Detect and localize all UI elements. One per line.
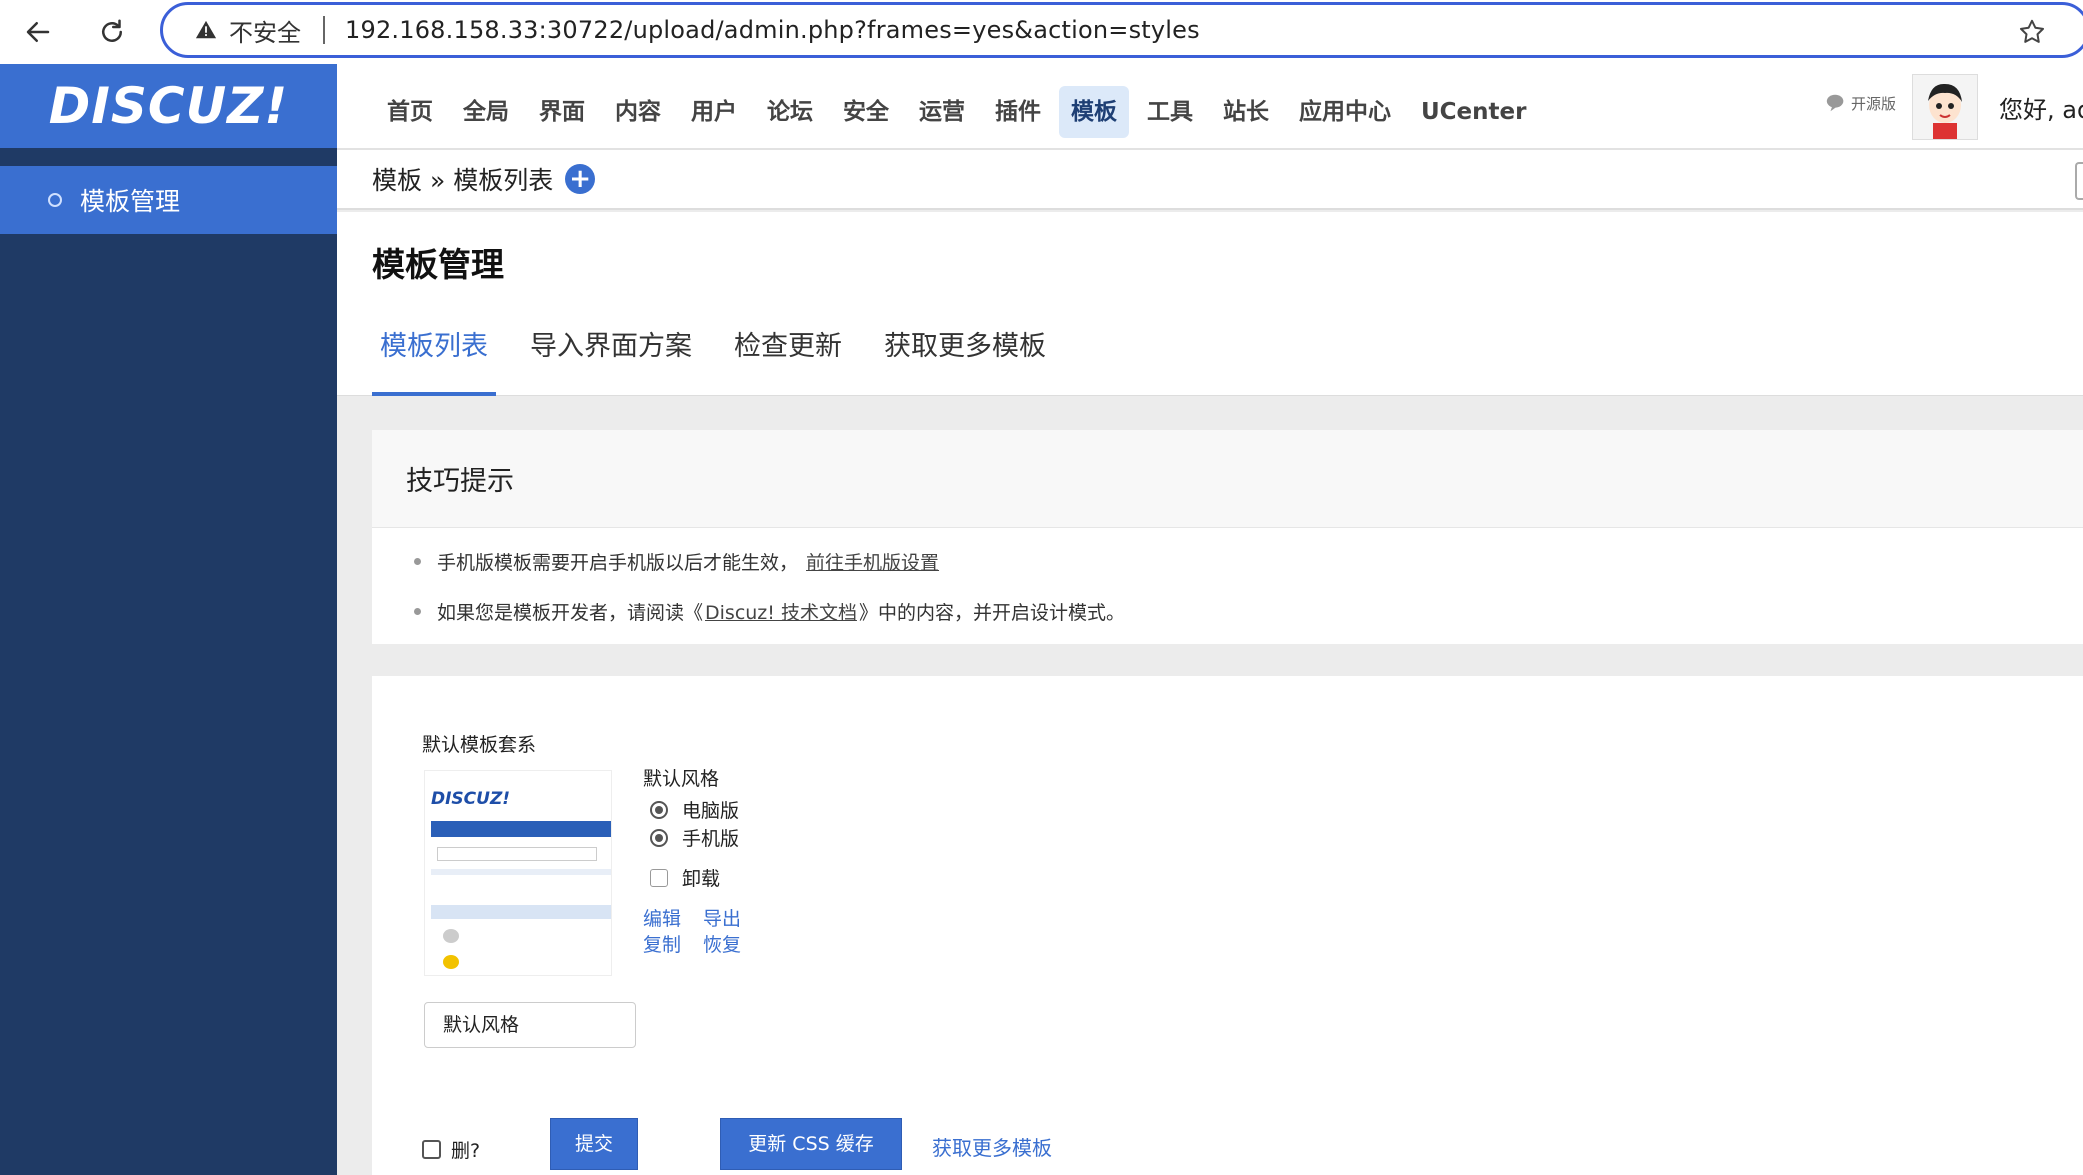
chat-bubble-icon [1826, 94, 1844, 112]
option-uninstall[interactable]: 卸载 [650, 864, 720, 891]
tab[interactable]: 模板列表 [372, 332, 496, 396]
title-area: 模板管理 模板列表 导入界面方案 检查更新 获取更多模板 [337, 212, 2083, 396]
top-nav-item[interactable]: 插件 [983, 86, 1053, 138]
tips-panel: 技巧提示 手机版模板需要开启手机版以后才能生效， 前往手机版设置 如果您是模板开… [372, 430, 2083, 644]
top-nav-item[interactable]: 首页 [375, 86, 445, 138]
user-avatar-icon [1913, 75, 1977, 139]
circle-icon [48, 193, 62, 207]
sidebar: 模板管理 [0, 148, 337, 1175]
avatar[interactable] [1912, 74, 1978, 140]
main-content: 模板 » 模板列表 + 模板管理 模板列表 导入界面方案 检查更新 获取更多模板 技巧… [337, 150, 2083, 1175]
option-label: 卸载 [682, 868, 721, 890]
uninstall-checkbox[interactable] [650, 868, 668, 887]
delete-checkbox[interactable] [422, 1140, 441, 1159]
reload-button[interactable] [90, 10, 134, 54]
warning-icon[interactable] [195, 19, 217, 41]
mobile-settings-link[interactable]: 前往手机版设置 [806, 548, 939, 575]
tip-text: 如果您是模板开发者，请阅读《 [437, 602, 704, 624]
top-nav-item[interactable]: UCenter [1409, 86, 1538, 138]
search-box-edge[interactable] [2075, 162, 2083, 200]
option-desktop[interactable]: 电脑版 [650, 796, 739, 823]
restore-link[interactable]: 恢复 [703, 930, 741, 957]
radio-dot [655, 833, 663, 842]
option-label: 手机版 [682, 828, 740, 850]
edit-link[interactable]: 编辑 [643, 904, 681, 931]
top-nav-item[interactable]: 模板 [1059, 86, 1129, 138]
radio-dot [655, 805, 663, 814]
tech-docs-link[interactable]: Discuz! 技术文档 [705, 598, 857, 625]
greeting-text: 您好, ad [1999, 96, 2083, 124]
top-nav-item[interactable]: 运营 [907, 86, 977, 138]
top-navigation: 首页 全局 界面 内容 用户 论坛 安全 运营 插件 模板 工具 站长 应用中心 UCenter 开源版 … [337, 64, 2083, 150]
edition-badge[interactable]: 开源版 [1825, 92, 1896, 114]
tip-text: 手机版模板需要开启手机版以后才能生效， [437, 552, 799, 574]
tab[interactable]: 导入界面方案 [522, 332, 700, 396]
top-nav-item[interactable]: 应用中心 [1287, 86, 1403, 138]
top-nav-items: 首页 全局 界面 内容 用户 论坛 安全 运营 插件 模板 工具 站长 应用中心 UCenter [375, 86, 1538, 138]
default-style-label: 默认风格 [643, 768, 720, 790]
thumbnail-nav-bar [431, 821, 611, 837]
top-nav-item[interactable]: 用户 [679, 86, 749, 138]
update-css-cache-button[interactable]: 更新 CSS 缓存 [720, 1118, 902, 1170]
url-text[interactable]: 192.168.158.33:30722/upload/admin.php?fr… [345, 16, 1200, 44]
back-button[interactable] [16, 10, 60, 54]
top-nav-item[interactable]: 界面 [527, 86, 597, 138]
thumbnail-bulb-icon [443, 955, 459, 969]
tips-header: 技巧提示 [372, 430, 2083, 528]
bullet-icon [414, 558, 421, 565]
top-nav-item[interactable]: 论坛 [755, 86, 825, 138]
address-bar[interactable]: 不安全 192.168.158.33:30722/upload/admin.ph… [160, 2, 2083, 58]
address-divider [323, 16, 325, 44]
page-title: 模板管理 [372, 245, 504, 284]
sidebar-item-label: 模板管理 [80, 187, 181, 216]
top-nav-item[interactable]: 全局 [451, 86, 521, 138]
tab[interactable]: 获取更多模板 [876, 332, 1054, 396]
reload-icon [102, 19, 122, 42]
tip-line-2: 如果您是模板开发者，请阅读《 Discuz! 技术文档 》中的内容，并开启设计模… [414, 598, 1125, 625]
radio-button[interactable] [650, 800, 668, 819]
top-nav-item[interactable]: 站长 [1211, 86, 1281, 138]
tab-bar: 模板列表 导入界面方案 检查更新 获取更多模板 [372, 332, 1080, 396]
theme-panel: 默认模板套系 DISCUZ! 默认风格 电脑版 手机版 卸载 编辑 导出 复制 … [372, 676, 2083, 1175]
thumbnail-strip [431, 869, 611, 875]
edition-label: 开源版 [1851, 94, 1897, 113]
add-icon[interactable]: + [565, 164, 596, 194]
breadcrumb-bar: 模板 » 模板列表 + [337, 150, 2083, 210]
delete-option[interactable]: 删? [422, 1136, 480, 1163]
radio-button[interactable] [650, 828, 668, 847]
bullet-icon [414, 608, 421, 615]
sidebar-item-template-management[interactable]: 模板管理 [0, 166, 337, 234]
style-name-input[interactable]: 默认风格 [424, 1002, 636, 1048]
security-label[interactable]: 不安全 [229, 13, 301, 48]
breadcrumb: 模板 » 模板列表 [372, 166, 554, 195]
theme-set-title: 默认模板套系 [422, 734, 537, 756]
tip-text: 》中的内容，并开启设计模式。 [858, 602, 1125, 624]
export-link[interactable]: 导出 [703, 904, 741, 931]
top-nav-item[interactable]: 工具 [1135, 86, 1205, 138]
top-nav-item[interactable]: 安全 [831, 86, 901, 138]
thumbnail-logo: DISCUZ! [431, 789, 511, 809]
submit-button[interactable]: 提交 [550, 1118, 638, 1170]
theme-thumbnail[interactable]: DISCUZ! [424, 770, 612, 976]
tips-title: 技巧提示 [406, 466, 514, 497]
tab[interactable]: 检查更新 [726, 332, 850, 396]
option-mobile[interactable]: 手机版 [650, 824, 739, 851]
back-arrow-icon [26, 22, 50, 42]
thumbnail-bar [431, 905, 611, 919]
thumbnail-bubble-icon [443, 929, 459, 943]
copy-link[interactable]: 复制 [643, 930, 681, 957]
thumbnail-search [437, 847, 597, 861]
bookmark-star-icon[interactable] [2017, 17, 2047, 47]
logo[interactable]: DISCUZ! [0, 64, 337, 148]
more-templates-link[interactable]: 获取更多模板 [932, 1132, 1052, 1161]
top-nav-item[interactable]: 内容 [603, 86, 673, 138]
logo-text: DISCUZ! [48, 77, 289, 135]
delete-label: 删? [451, 1140, 481, 1162]
tip-line-1: 手机版模板需要开启手机版以后才能生效， 前往手机版设置 [414, 548, 939, 575]
browser-toolbar: 不安全 192.168.158.33:30722/upload/admin.ph… [0, 0, 2083, 64]
option-label: 电脑版 [682, 800, 740, 822]
